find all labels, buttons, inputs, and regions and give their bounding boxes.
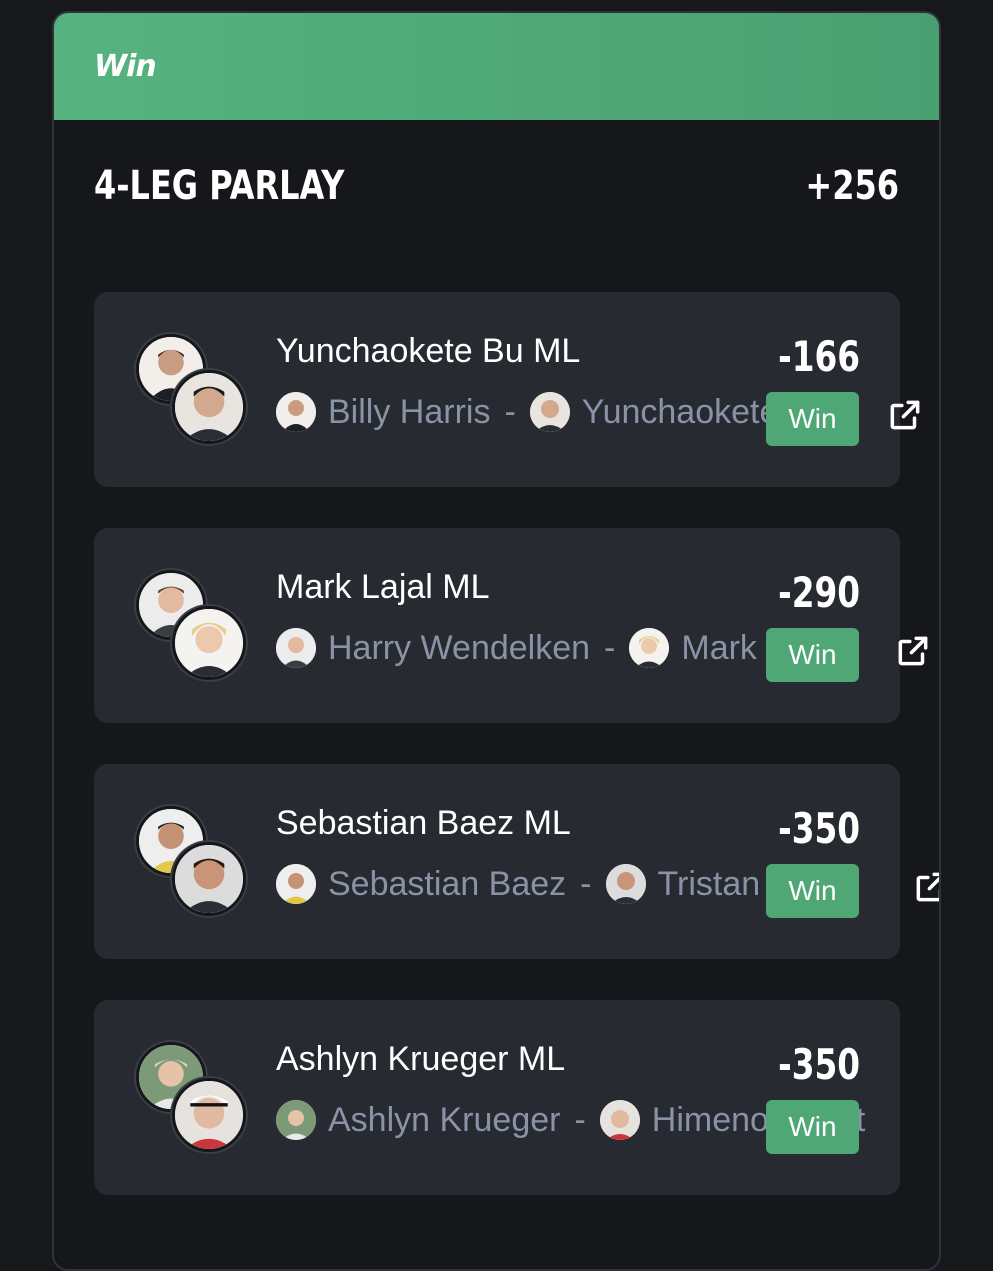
player1-mini-avatar: [276, 1100, 316, 1140]
win-status-badge: Win: [766, 1100, 859, 1154]
leg-odds: -350: [778, 1040, 860, 1089]
parlay-card: Win 4-LEG PARLAY +256 Yunchaokete Bu ML …: [52, 11, 941, 1271]
matchup-separator: -: [504, 392, 516, 431]
player1-name: Sebastian Baez: [328, 864, 567, 903]
leg-card[interactable]: Yunchaokete Bu ML Billy Harris - Yunchao…: [94, 292, 920, 487]
player2-avatar: [172, 1078, 246, 1152]
matchup-separator: -: [574, 1100, 586, 1139]
player2-mini-avatar: [629, 628, 670, 668]
external-link-icon[interactable]: [912, 868, 939, 906]
player2-avatar: [172, 606, 246, 680]
player2-mini-avatar: [599, 1100, 640, 1140]
player2-avatar: [172, 370, 246, 444]
player1-mini-avatar: [276, 628, 316, 668]
card-header: Win: [54, 13, 939, 120]
player2-mini-avatar: [529, 392, 570, 432]
leg-odds: -350: [778, 804, 860, 853]
leg-odds: -166: [778, 332, 860, 381]
player2-avatar: [172, 842, 246, 916]
leg-title: Mark Lajal ML: [276, 568, 490, 606]
win-status-badge: Win: [766, 628, 859, 682]
player1-name: Billy Harris: [328, 392, 491, 431]
parlay-odds: +256: [805, 163, 899, 209]
external-link-icon[interactable]: [886, 396, 924, 434]
win-logo: Win: [94, 49, 157, 84]
parlay-title: 4-LEG PARLAY: [94, 163, 345, 209]
leg-card[interactable]: Ashlyn Krueger ML Ashlyn Krueger - Himen…: [94, 1000, 900, 1195]
parlay-summary: 4-LEG PARLAY +256: [94, 163, 899, 209]
win-status-badge: Win: [766, 392, 859, 446]
player1-mini-avatar: [276, 864, 316, 904]
player1-name: Harry Wendelken: [328, 628, 591, 667]
win-status-badge: Win: [766, 864, 859, 918]
player1-mini-avatar: [276, 392, 316, 432]
player2-mini-avatar: [605, 864, 646, 904]
leg-title: Sebastian Baez ML: [276, 804, 571, 842]
leg-title: Ashlyn Krueger ML: [276, 1040, 566, 1078]
leg-card[interactable]: Sebastian Baez ML Sebastian Baez - Trist…: [94, 764, 939, 959]
external-link-icon[interactable]: [894, 632, 932, 670]
matchup-separator: -: [604, 628, 616, 667]
leg-card[interactable]: Mark Lajal ML Harry Wendelken - Mark Laj…: [94, 528, 928, 723]
leg-odds: -290: [778, 568, 860, 617]
player1-name: Ashlyn Krueger: [328, 1100, 561, 1139]
leg-title: Yunchaokete Bu ML: [276, 332, 581, 370]
matchup-separator: -: [580, 864, 592, 903]
